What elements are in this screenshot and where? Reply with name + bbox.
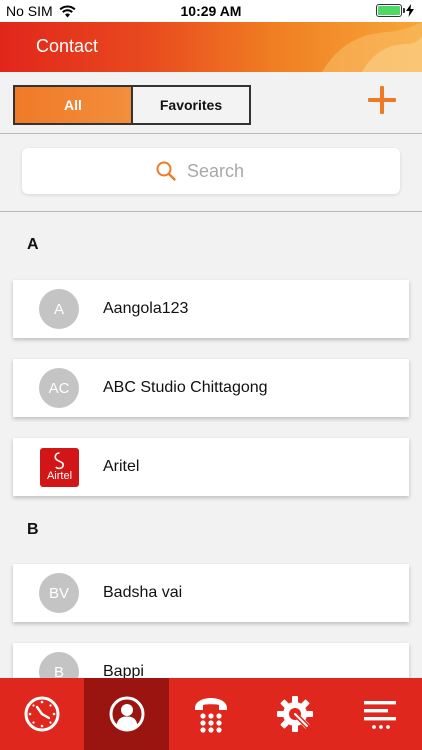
bottom-tab-bar <box>0 678 422 750</box>
page-title: Contact <box>36 36 99 56</box>
status-bar: No SIM 10:29 AM <box>0 0 422 22</box>
tab-contacts[interactable] <box>84 678 169 750</box>
search-bar[interactable] <box>22 148 400 194</box>
tab-recents[interactable] <box>0 678 84 750</box>
airtel-swirl-icon <box>54 451 64 469</box>
airtel-logo-icon: Airtel <box>40 447 79 487</box>
contact-row[interactable]: AC ABC Studio Chittagong <box>13 359 409 417</box>
filter-segmented-control: All Favorites <box>13 85 251 125</box>
charging-icon <box>406 4 414 17</box>
divider <box>0 211 422 212</box>
tab-menu[interactable] <box>338 678 422 750</box>
contact-row[interactable]: BV Badsha vai <box>13 564 409 622</box>
search-input[interactable] <box>187 160 267 182</box>
settings-icon <box>277 696 314 732</box>
airtel-logo-text: Airtel <box>46 469 73 482</box>
tab-settings[interactable] <box>253 678 337 750</box>
contact-name: Aritel <box>103 458 140 475</box>
dialpad-icon <box>195 698 228 733</box>
status-time: 10:29 AM <box>180 3 242 19</box>
battery-icon <box>376 4 405 17</box>
app-header: Contact <box>0 22 422 72</box>
contact-name: Badsha vai <box>103 584 183 601</box>
section-header-a: A <box>27 236 39 253</box>
tab-dialpad[interactable] <box>169 678 253 750</box>
tab-all[interactable]: All <box>15 87 133 123</box>
contact-row[interactable]: A Aangola123 <box>13 280 409 338</box>
clock-icon <box>24 696 60 732</box>
tab-favorites[interactable]: Favorites <box>133 87 249 123</box>
divider <box>0 133 422 134</box>
contact-name: Aangola123 <box>103 300 189 317</box>
avatar: BV <box>39 573 79 613</box>
status-right <box>376 4 414 17</box>
add-contact-button[interactable] <box>368 86 396 114</box>
menu-icon <box>363 701 396 729</box>
header-decoration <box>322 22 422 72</box>
avatar: A <box>39 289 79 329</box>
avatar: AC <box>39 368 79 408</box>
contact-row[interactable]: Airtel Aritel <box>13 438 409 496</box>
search-icon <box>156 161 176 181</box>
person-icon <box>109 696 145 732</box>
section-header-b: B <box>27 521 39 538</box>
contact-name: ABC Studio Chittagong <box>103 379 268 396</box>
